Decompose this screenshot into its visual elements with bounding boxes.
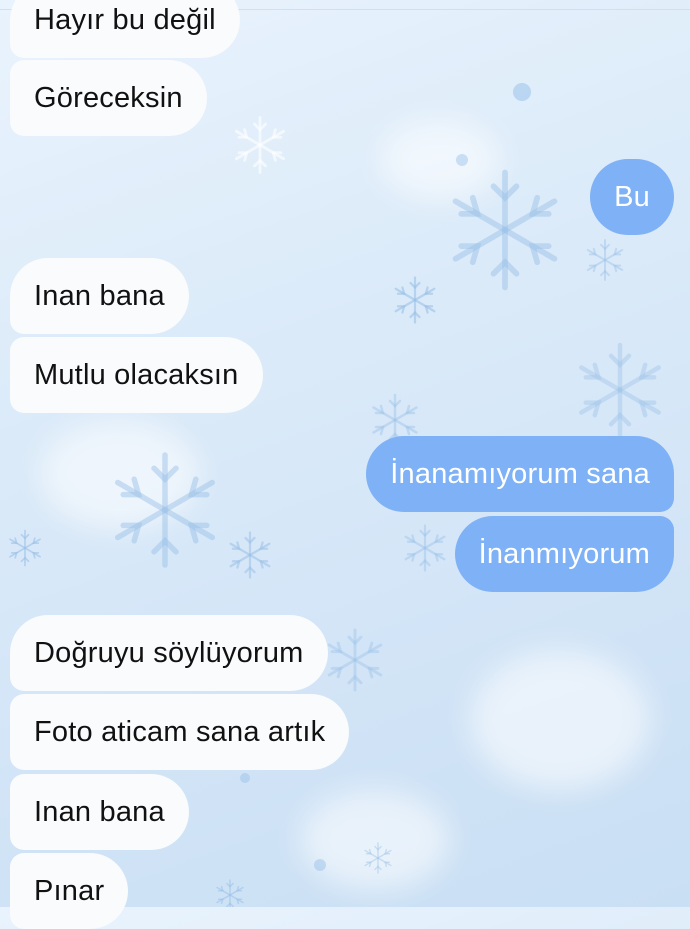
outgoing-message[interactable]: İnanamıyorum sana xyxy=(366,436,674,512)
incoming-message[interactable]: Pınar xyxy=(10,853,129,929)
outgoing-message[interactable]: Bu xyxy=(590,159,674,235)
incoming-message[interactable]: Doğruyu söylüyorum xyxy=(10,615,328,691)
snowflake-icon xyxy=(229,531,271,579)
snowflake-icon xyxy=(9,529,41,567)
incoming-message[interactable]: Inan bana xyxy=(10,258,189,334)
message-text: Inan bana xyxy=(34,795,165,828)
incoming-message[interactable]: Göreceksin xyxy=(10,60,207,136)
incoming-message[interactable]: Mutlu olacaksın xyxy=(10,337,263,413)
snowflake-icon xyxy=(404,524,446,572)
snowflake-icon xyxy=(394,276,436,324)
snowflake-icon xyxy=(364,842,392,874)
message-text: Bu xyxy=(614,180,650,213)
snowflake-icon xyxy=(456,173,555,288)
snowflake-icon xyxy=(586,238,624,282)
outgoing-message[interactable]: İnanmıyorum xyxy=(454,516,674,592)
snowflake-icon xyxy=(327,628,383,692)
message-text: İnanmıyorum xyxy=(478,537,650,570)
message-text: Pınar xyxy=(34,874,105,907)
snowflake-icon xyxy=(118,455,213,565)
snowflake-icon xyxy=(234,116,286,174)
message-text: Mutlu olacaksın xyxy=(34,358,239,391)
incoming-message[interactable]: Inan bana xyxy=(10,774,189,850)
snowflake-icon xyxy=(581,345,658,435)
message-text: Hayır bu değil xyxy=(34,3,216,36)
message-text: Doğruyu söylüyorum xyxy=(34,636,304,669)
message-text: Inan bana xyxy=(34,279,165,312)
message-text: Göreceksin xyxy=(34,81,183,114)
message-text: İnanamıyorum sana xyxy=(390,457,650,490)
snowflake-icon xyxy=(216,879,244,907)
incoming-message[interactable]: Hayır bu değil xyxy=(10,0,240,58)
incoming-message[interactable]: Foto aticam sana artık xyxy=(10,694,350,770)
message-text: Foto aticam sana artık xyxy=(34,715,326,748)
